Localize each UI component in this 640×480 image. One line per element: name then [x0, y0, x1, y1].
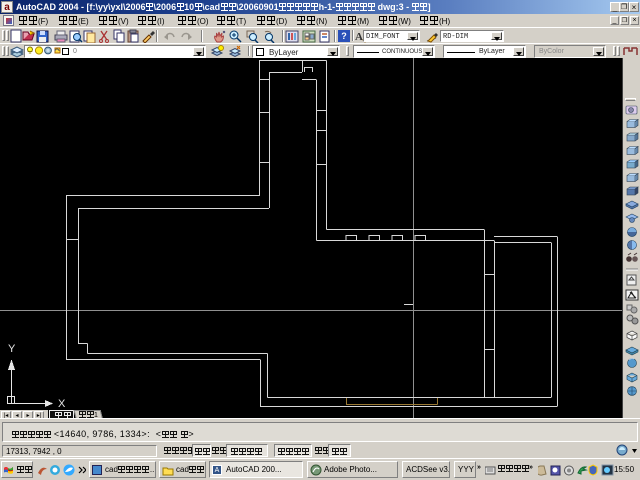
svg-text:Y: Y [8, 343, 16, 355]
svg-text:X: X [58, 398, 66, 410]
svg-text:A: A [355, 31, 363, 43]
